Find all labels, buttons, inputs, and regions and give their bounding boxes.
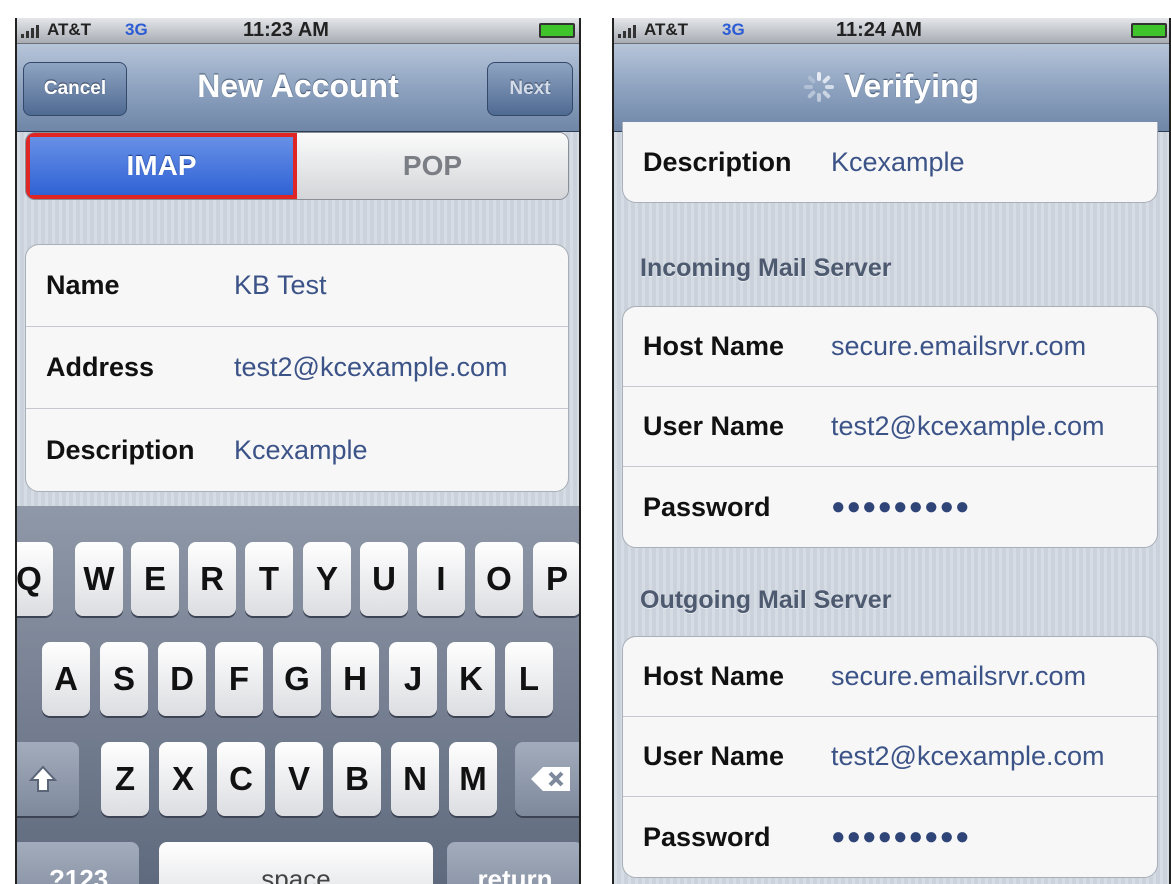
delete-key[interactable] (515, 742, 579, 816)
network-label: 3G (125, 20, 148, 39)
status-bar: AT&T 3G 11:24 AM (614, 18, 1169, 44)
password-label: Password (643, 491, 771, 522)
next-button[interactable]: Next (487, 62, 573, 116)
password-label: Password (643, 821, 771, 852)
key-v[interactable]: V (275, 742, 323, 816)
key-w[interactable]: W (75, 542, 123, 616)
navigation-bar: Cancel New Account Next (17, 44, 579, 132)
incoming-mail-server-header: Incoming Mail Server (640, 254, 892, 282)
key-m[interactable]: M (449, 742, 497, 816)
key-y[interactable]: Y (303, 542, 351, 616)
description-row[interactable]: Description Kcexample (623, 122, 1157, 202)
incoming-password-row[interactable]: Password ●●●●●●●●● (623, 467, 1157, 547)
keyboard-row-4: .?123 space return (17, 842, 579, 884)
outgoing-host-name-field[interactable]: secure.emailsrvr.com (831, 661, 1086, 692)
numbers-key[interactable]: .?123 (17, 842, 139, 884)
user-name-label: User Name (643, 741, 785, 771)
key-k[interactable]: K (447, 642, 495, 716)
shift-arrow-icon (28, 765, 58, 792)
incoming-password-field[interactable]: ●●●●●●●●● (831, 493, 970, 521)
description-group: Description Kcexample (622, 122, 1158, 203)
outgoing-host-name-row[interactable]: Host Name secure.emailsrvr.com (623, 637, 1157, 717)
host-name-label: Host Name (643, 331, 785, 361)
battery-icon (1131, 23, 1167, 38)
key-c[interactable]: C (217, 742, 265, 816)
return-key[interactable]: return (447, 842, 579, 884)
outgoing-user-name-field[interactable]: test2@kcexample.com (831, 741, 1105, 772)
incoming-user-name-field[interactable]: test2@kcexample.com (831, 411, 1105, 442)
status-time: 11:24 AM (836, 19, 922, 41)
key-d[interactable]: D (158, 642, 206, 716)
pop-segment[interactable]: POP (297, 133, 568, 199)
left-phone-screen: AT&T 3G 11:23 AM Cancel New Account Next… (15, 18, 581, 884)
page-title-container: Verifying (614, 68, 1169, 105)
name-field[interactable]: KB Test (234, 270, 327, 301)
keyboard-row-1: Q W E R T Y U I O P (17, 542, 579, 616)
key-e[interactable]: E (131, 542, 179, 616)
outgoing-mail-server-group: Host Name secure.emailsrvr.com User Name… (622, 636, 1158, 878)
carrier-label: AT&T (644, 20, 689, 39)
incoming-user-name-row[interactable]: User Name test2@kcexample.com (623, 387, 1157, 467)
signal-icon (618, 25, 636, 38)
key-f[interactable]: F (215, 642, 263, 716)
key-i[interactable]: I (417, 542, 465, 616)
right-phone-screen: AT&T 3G 11:24 AM Verifying Description K… (612, 18, 1171, 884)
status-time: 11:23 AM (243, 19, 329, 41)
status-bar: AT&T 3G 11:23 AM (17, 18, 579, 44)
key-h[interactable]: H (331, 642, 379, 716)
description-label: Description (643, 146, 792, 177)
signal-icon (21, 25, 39, 38)
shift-key[interactable] (17, 742, 79, 816)
key-t[interactable]: T (245, 542, 293, 616)
keyboard-row-3: Z X C V B N M (17, 742, 579, 816)
carrier-label: AT&T (47, 20, 92, 39)
backspace-icon (531, 767, 570, 791)
key-g[interactable]: G (273, 642, 321, 716)
key-q[interactable]: Q (17, 542, 53, 616)
description-field[interactable]: Kcexample (234, 435, 368, 466)
space-key[interactable]: space (159, 842, 433, 884)
key-p[interactable]: P (533, 542, 579, 616)
account-form: Name KB Test Address test2@kcexample.com… (25, 244, 569, 492)
navigation-bar: Verifying (614, 44, 1169, 132)
incoming-host-name-field[interactable]: secure.emailsrvr.com (831, 331, 1086, 362)
description-row[interactable]: Description Kcexample (26, 409, 568, 491)
incoming-host-name-row[interactable]: Host Name secure.emailsrvr.com (623, 307, 1157, 387)
name-label: Name (46, 270, 120, 300)
key-x[interactable]: X (159, 742, 207, 816)
key-s[interactable]: S (100, 642, 148, 716)
description-label: Description (46, 434, 195, 465)
address-field[interactable]: test2@kcexample.com (234, 352, 508, 383)
account-type-segmented-control: IMAP POP (25, 132, 569, 200)
name-row[interactable]: Name KB Test (26, 245, 568, 327)
address-row[interactable]: Address test2@kcexample.com (26, 327, 568, 409)
outgoing-mail-server-header: Outgoing Mail Server (640, 586, 892, 614)
keyboard-row-2: A S D F G H J K L (17, 642, 579, 716)
outgoing-password-row[interactable]: Password ●●●●●●●●● (623, 797, 1157, 877)
keyboard: Q W E R T Y U I O P A S D F G H J K L Z (17, 506, 579, 884)
key-b[interactable]: B (333, 742, 381, 816)
outgoing-password-field[interactable]: ●●●●●●●●● (831, 823, 970, 851)
network-label: 3G (722, 20, 745, 39)
key-l[interactable]: L (505, 642, 553, 716)
incoming-mail-server-group: Host Name secure.emailsrvr.com User Name… (622, 306, 1158, 548)
key-o[interactable]: O (475, 542, 523, 616)
address-label: Address (46, 352, 155, 382)
battery-icon (539, 23, 575, 38)
key-j[interactable]: J (389, 642, 437, 716)
user-name-label: User Name (643, 411, 785, 441)
description-value[interactable]: Kcexample (831, 147, 965, 178)
key-u[interactable]: U (360, 542, 408, 616)
host-name-label: Host Name (643, 661, 785, 691)
key-a[interactable]: A (42, 642, 90, 716)
activity-spinner-icon (803, 71, 834, 102)
imap-segment[interactable]: IMAP (26, 133, 297, 199)
key-z[interactable]: Z (101, 742, 149, 816)
key-r[interactable]: R (188, 542, 236, 616)
page-title: Verifying (843, 68, 980, 104)
outgoing-user-name-row[interactable]: User Name test2@kcexample.com (623, 717, 1157, 797)
key-n[interactable]: N (391, 742, 439, 816)
